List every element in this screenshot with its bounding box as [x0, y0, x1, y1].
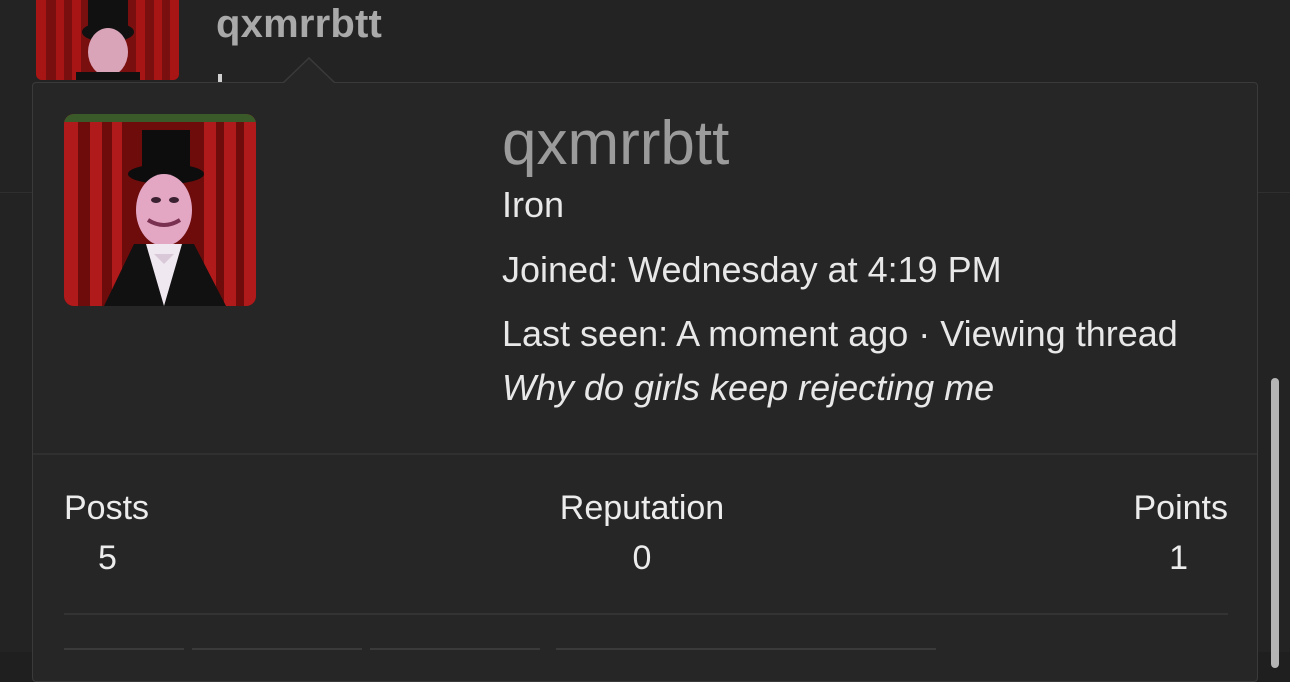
last-seen-label: Last seen: — [502, 313, 669, 354]
posts-value: 5 — [98, 539, 117, 577]
joined-value: Wednesday at 4:19 PM — [628, 249, 1002, 290]
member-avatar[interactable] — [64, 114, 256, 306]
member-username[interactable]: qxmrrbtt — [502, 105, 1222, 183]
action-button[interactable] — [64, 648, 184, 656]
post-avatar[interactable] — [36, 0, 179, 80]
activity-thread-link[interactable]: Why do girls keep rejecting me — [502, 367, 994, 408]
tooltip-arrow-fill — [284, 59, 334, 83]
member-joined: Joined: Wednesday at 4:19 PM — [502, 243, 1222, 297]
action-buttons-row — [64, 648, 1228, 658]
post-username[interactable]: qxmrrbtt — [216, 2, 382, 47]
posts-label: Posts — [64, 489, 150, 527]
member-info: qxmrrbtt Iron Joined: Wednesday at 4:19 … — [502, 105, 1222, 415]
scrollbar[interactable] — [1271, 378, 1279, 668]
member-stats: Posts 5 Reputation 0 Points 1 — [64, 483, 1228, 593]
points-value: 1 — [1169, 539, 1188, 577]
actions-divider — [64, 613, 1228, 615]
member-title: Iron — [502, 184, 565, 225]
member-tooltip-card: qxmrrbtt Iron Joined: Wednesday at 4:19 … — [32, 82, 1258, 682]
stat-posts: Posts 5 — [64, 483, 149, 583]
member-last-seen: Last seen: A moment ago · Viewing thread… — [502, 307, 1222, 415]
reputation-label: Reputation — [559, 489, 725, 527]
action-button[interactable] — [556, 648, 936, 656]
joined-label: Joined: — [502, 249, 619, 290]
points-label: Points — [1133, 489, 1229, 527]
stat-points: Points 1 — [1134, 483, 1229, 583]
action-button[interactable] — [370, 648, 540, 656]
avatar-image — [64, 114, 256, 306]
avatar-image — [36, 0, 179, 80]
stat-reputation: Reputation 0 — [552, 483, 732, 583]
activity-prefix: · Viewing thread — [918, 313, 1178, 354]
last-seen-value: A moment ago — [676, 313, 909, 354]
action-button[interactable] — [192, 648, 362, 656]
stats-divider — [33, 453, 1257, 455]
reputation-value: 0 — [632, 539, 652, 577]
